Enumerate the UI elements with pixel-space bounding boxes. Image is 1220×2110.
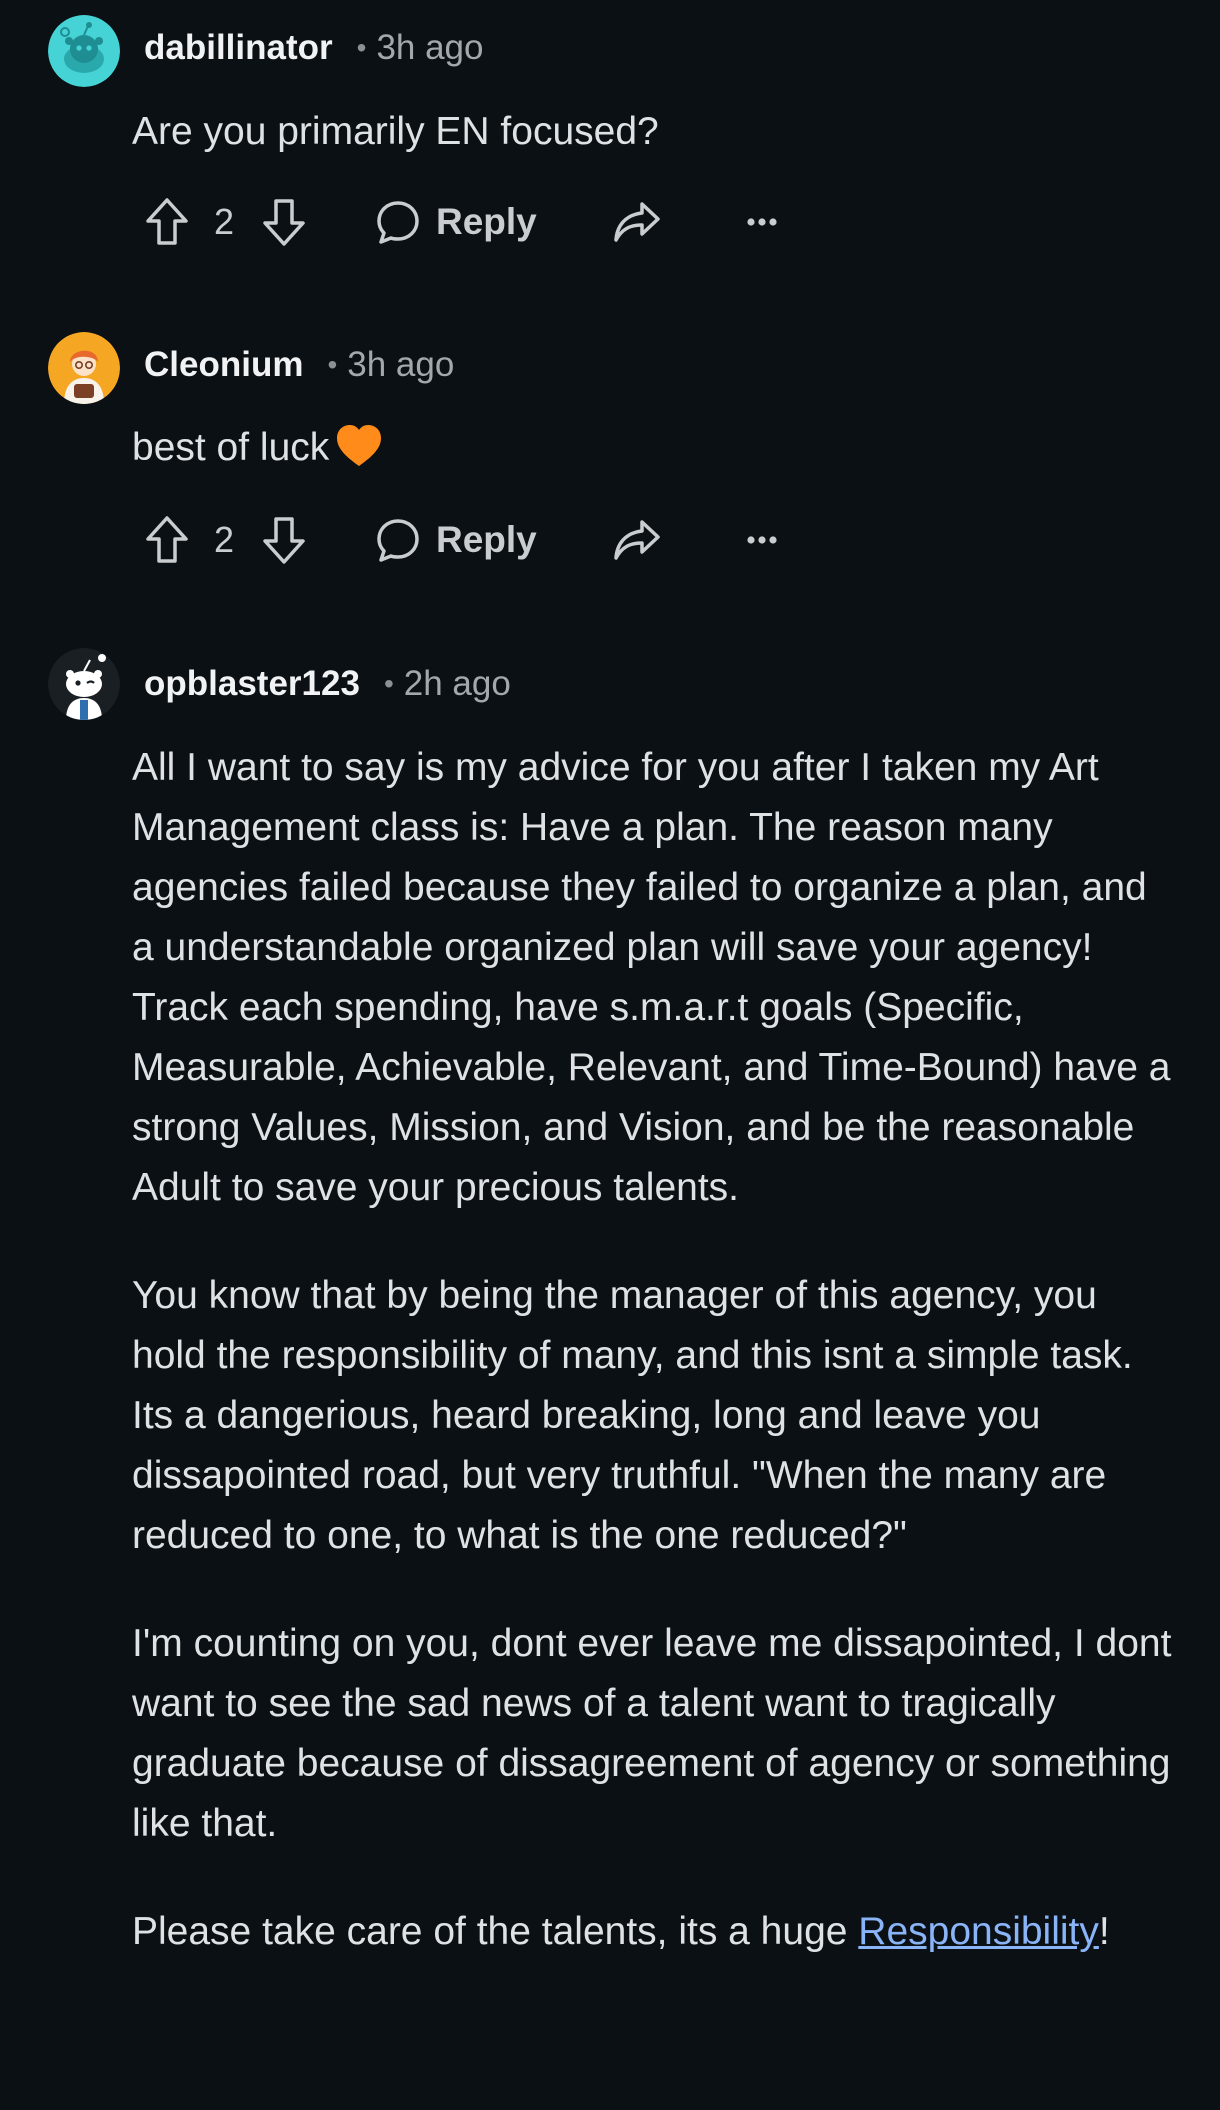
comment-actions: 2 Reply <box>140 186 800 258</box>
timestamp: 3h ago <box>347 345 455 384</box>
timestamp: 3h ago <box>376 28 484 67</box>
speech-bubble-icon <box>377 519 419 562</box>
upvote-button[interactable] <box>144 504 190 576</box>
comment-paragraph: I'm counting on you, dont ever leave me … <box>132 1622 1172 1845</box>
upvote-arrow-icon <box>146 198 188 245</box>
upvote-arrow-icon <box>146 516 188 563</box>
comment-paragraph: You know that by being the manager of th… <box>132 1274 1133 1557</box>
comment-body: All I want to say is my advice for you a… <box>132 738 1172 1962</box>
comment-actions: 2 Reply <box>140 504 800 576</box>
snoo-avatar-icon <box>48 15 120 87</box>
share-button[interactable] <box>612 504 662 576</box>
comment-header: opblaster123 • 2h ago <box>144 648 511 720</box>
username[interactable]: opblaster123 <box>144 664 360 704</box>
reply-button[interactable]: Reply <box>374 186 537 258</box>
comment-body: best of luck <box>132 418 1172 486</box>
avatar[interactable] <box>48 648 120 720</box>
more-options-button[interactable] <box>746 186 778 258</box>
separator-dot: • <box>383 668 394 699</box>
reply-label: Reply <box>436 519 537 560</box>
separator-dot: • <box>356 32 367 63</box>
responsibility-link[interactable]: Responsibility <box>858 1910 1099 1953</box>
comment-text: Are you primarily EN focused? <box>132 110 659 153</box>
more-options-icon <box>747 218 777 226</box>
character-avatar-icon <box>48 332 120 404</box>
downvote-arrow-icon <box>263 517 305 564</box>
avatar[interactable] <box>48 332 120 404</box>
vote-count: 2 <box>214 201 235 242</box>
downvote-arrow-icon <box>263 199 305 246</box>
downvote-button[interactable] <box>261 186 307 258</box>
username[interactable]: dabillinator <box>144 28 333 68</box>
comment-body: Are you primarily EN focused? <box>132 102 1172 162</box>
reply-button[interactable]: Reply <box>374 504 537 576</box>
username[interactable]: Cleonium <box>144 345 303 385</box>
comment-header: Cleonium • 3h ago <box>144 329 454 401</box>
orange-heart-emoji-icon <box>335 424 383 486</box>
comment-text-line: best of luck <box>132 418 1172 486</box>
comment-paragraph: All I want to say is my advice for you a… <box>132 746 1171 1209</box>
share-button[interactable] <box>612 186 662 258</box>
speech-bubble-icon <box>377 201 419 244</box>
comment-paragraph: Please take care of the talents, its a h… <box>132 1902 1172 1962</box>
more-options-button[interactable] <box>746 504 778 576</box>
share-arrow-icon <box>614 202 660 242</box>
snoo-avatar-icon <box>48 648 120 720</box>
timestamp: 2h ago <box>403 664 511 703</box>
share-arrow-icon <box>614 520 660 560</box>
downvote-button[interactable] <box>261 504 307 576</box>
separator-dot: • <box>327 349 338 380</box>
paragraph-text: Please take care of the talents, its a h… <box>132 1910 859 1953</box>
avatar[interactable] <box>48 15 120 87</box>
upvote-button[interactable] <box>144 186 190 258</box>
paragraph-text: ! <box>1098 1910 1110 1953</box>
vote-count: 2 <box>214 519 235 560</box>
comment-text: best of luck <box>132 426 330 469</box>
more-options-icon <box>747 536 777 544</box>
reply-label: Reply <box>436 201 537 242</box>
comment-header: dabillinator • 3h ago <box>144 12 484 84</box>
